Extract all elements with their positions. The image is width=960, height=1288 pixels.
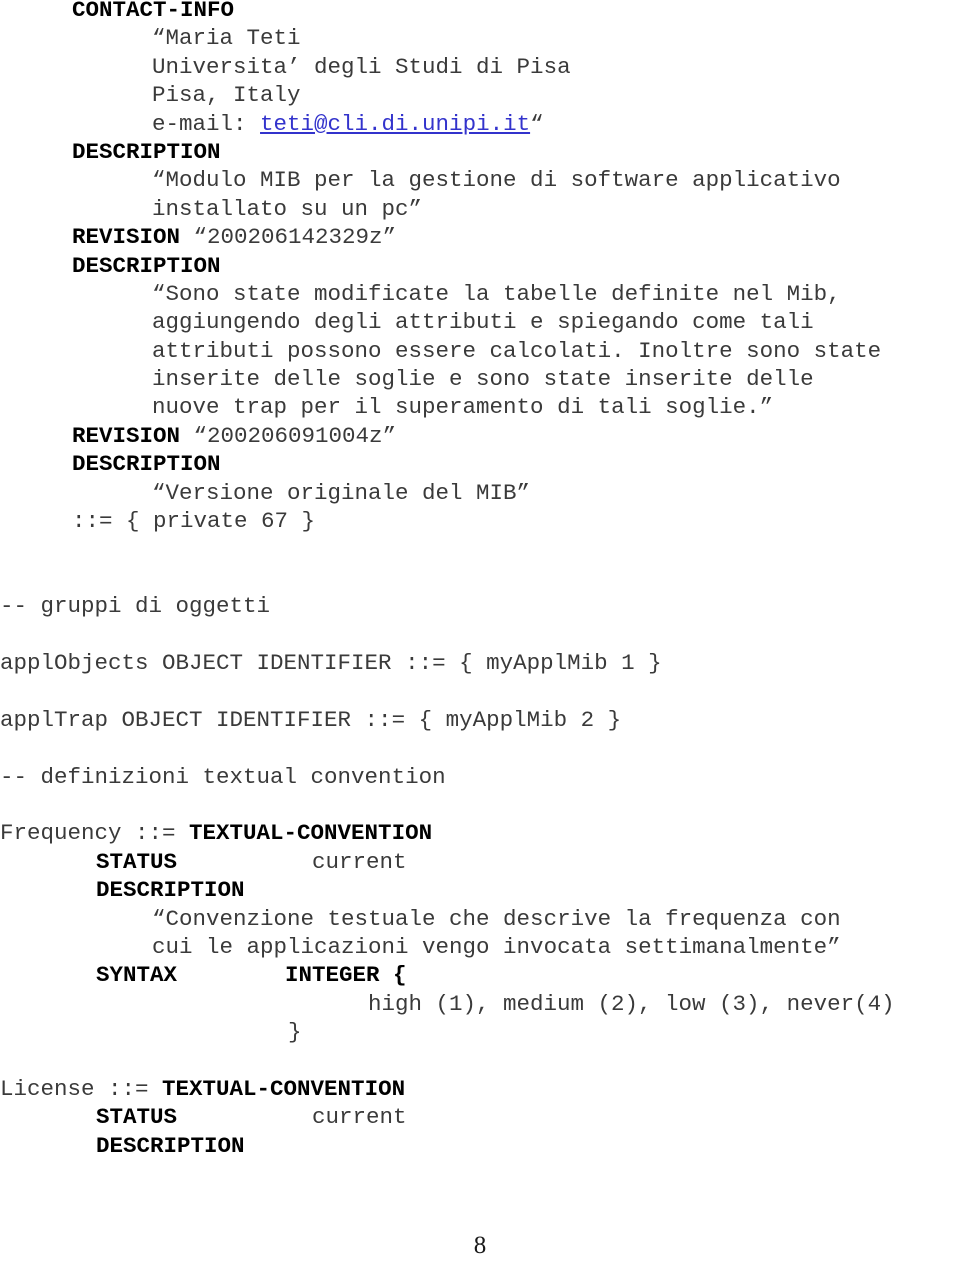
code-line: -- gruppi di oggetti — [0, 592, 960, 620]
code-text: Pisa, Italy — [152, 82, 301, 109]
code-text: cui le applicazioni vengo invocata setti… — [152, 933, 841, 960]
code-line: Frequency ::= TEXTUAL-CONVENTION — [0, 819, 960, 847]
code-text: “Maria Teti — [152, 25, 301, 52]
code-text: high (1), medium (2), low (3), never(4) — [368, 990, 895, 1017]
code-text: ::= { private 67 } — [72, 508, 316, 535]
code-line: DESCRIPTION — [0, 1132, 960, 1160]
code-line: DESCRIPTION — [0, 450, 960, 478]
code-line: applTrap OBJECT IDENTIFIER ::= { myApplM… — [0, 706, 960, 734]
code-line: ::= { private 67 } — [0, 507, 960, 535]
email-link[interactable]: teti@cli.di.unipi.it — [260, 111, 530, 137]
page-number: 8 — [473, 1232, 487, 1259]
code-text: inserite delle soglie e sono state inser… — [152, 366, 814, 393]
code-line: REVISION “200206142329z” — [0, 223, 960, 251]
code-line: “Maria Teti — [0, 24, 960, 52]
mib-keyword: REVISION — [72, 422, 181, 449]
mib-keyword: DESCRIPTION — [96, 877, 245, 904]
code-text: -- definizioni textual convention — [0, 763, 446, 790]
mib-keyword: TEXTUAL-CONVENTION — [189, 820, 433, 847]
code-text: -- gruppi di oggetti — [0, 593, 271, 620]
code-line: applObjects OBJECT IDENTIFIER ::= { myAp… — [0, 649, 960, 677]
code-text: applTrap OBJECT IDENTIFIER ::= { myApplM… — [0, 706, 622, 733]
code-line: DESCRIPTION — [0, 138, 960, 166]
code-line: high (1), medium (2), low (3), never(4) — [0, 990, 960, 1018]
code-text: e-mail: — [152, 110, 261, 137]
code-text: “200206142329z” — [180, 224, 397, 251]
code-line: CONTACT-INFO — [0, 0, 960, 24]
mib-keyword: SYNTAX INTEGER { — [96, 962, 407, 989]
code-line: installato su un pc” — [0, 195, 960, 223]
code-text: “Modulo MIB per la gestione di software … — [152, 167, 841, 194]
mib-keyword: CONTACT-INFO — [72, 0, 235, 23]
code-text: applObjects OBJECT IDENTIFIER ::= { myAp… — [0, 649, 662, 676]
code-line: STATUS current — [0, 1103, 960, 1131]
type-name: License ::= — [0, 1075, 163, 1102]
code-line: STATUS current — [0, 848, 960, 876]
code-line: “Versione originale del MIB” — [0, 479, 960, 507]
code-line: } — [0, 1018, 960, 1046]
code-text: current — [177, 1104, 407, 1131]
code-text: nuove trap per il superamento di tali so… — [152, 394, 774, 421]
code-line: attributi possono essere calcolati. Inol… — [0, 337, 960, 365]
mib-source-listing: CONTACT-INFO “Maria Teti Universita’ degli… — [0, 0, 960, 1160]
code-line: nuove trap per il superamento di tali so… — [0, 393, 960, 421]
code-line: -- definizioni textual convention — [0, 763, 960, 791]
code-line: e-mail: teti@cli.di.unipi.it“ — [0, 110, 960, 138]
code-line: aggiungendo degli attributi e spiegando … — [0, 308, 960, 336]
code-text: aggiungendo degli attributi e spiegando … — [152, 309, 814, 336]
code-line: License ::= TEXTUAL-CONVENTION — [0, 1075, 960, 1103]
code-line: Pisa, Italy — [0, 81, 960, 109]
type-name: Frequency ::= — [0, 820, 190, 847]
code-text: Universita’ degli Studi di Pisa — [152, 53, 571, 80]
code-line: “Sono state modificate la tabelle defini… — [0, 280, 960, 308]
mib-keyword: DESCRIPTION — [72, 451, 221, 478]
code-line: DESCRIPTION — [0, 252, 960, 280]
mib-keyword: STATUS — [96, 848, 178, 875]
code-line: Universita’ degli Studi di Pisa — [0, 53, 960, 81]
closing-quote: “ — [530, 110, 544, 137]
mib-keyword: DESCRIPTION — [72, 138, 221, 165]
mib-keyword: DESCRIPTION — [72, 252, 221, 279]
code-text: “200206091004z” — [180, 422, 397, 449]
code-line: DESCRIPTION — [0, 876, 960, 904]
mib-keyword: STATUS — [96, 1104, 178, 1131]
code-text: installato su un pc” — [152, 195, 423, 222]
mib-keyword: TEXTUAL-CONVENTION — [162, 1075, 406, 1102]
code-text: } — [288, 1019, 302, 1046]
code-text: “Versione originale del MIB” — [152, 479, 531, 506]
code-text: “Sono state modificate la tabelle defini… — [152, 280, 841, 307]
code-text: current — [177, 848, 407, 875]
mib-keyword: REVISION — [72, 224, 181, 251]
mib-keyword: DESCRIPTION — [96, 1132, 245, 1159]
code-line: cui le applicazioni vengo invocata setti… — [0, 933, 960, 961]
code-line: “Convenzione testuale che descrive la fr… — [0, 905, 960, 933]
code-line: “Modulo MIB per la gestione di software … — [0, 166, 960, 194]
code-line: SYNTAX INTEGER { — [0, 961, 960, 989]
code-text: “Convenzione testuale che descrive la fr… — [152, 905, 841, 932]
code-line: REVISION “200206091004z” — [0, 422, 960, 450]
code-text: attributi possono essere calcolati. Inol… — [152, 337, 882, 364]
code-line: inserite delle soglie e sono state inser… — [0, 365, 960, 393]
